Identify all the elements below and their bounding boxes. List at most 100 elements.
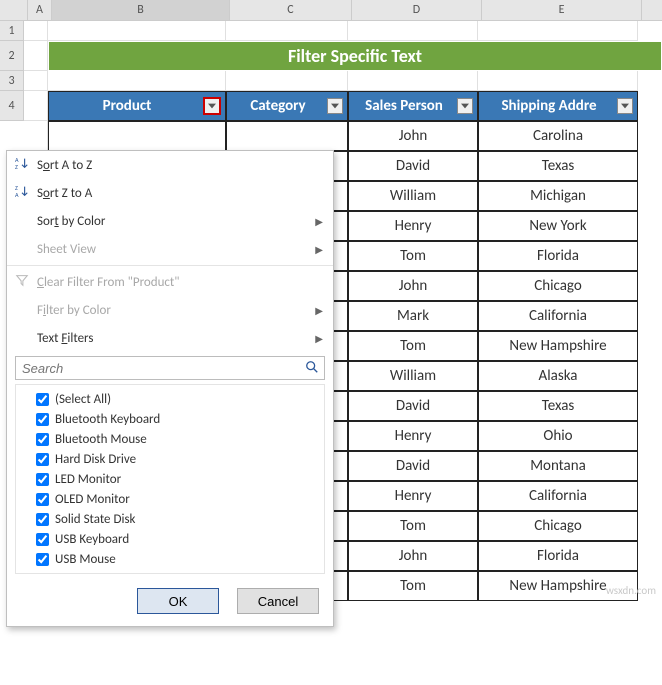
cell-category[interactable]	[226, 121, 348, 151]
filter-check-item[interactable]: Bluetooth Keyboard	[22, 409, 318, 429]
cell[interactable]	[48, 21, 226, 41]
cell[interactable]	[348, 71, 478, 91]
cell-sales[interactable]: Henry	[348, 421, 478, 451]
sort-az[interactable]: AZ Sort A to Z	[7, 151, 333, 179]
cell[interactable]	[478, 71, 638, 91]
col-header-a[interactable]: A	[28, 0, 52, 20]
cell-ship[interactable]: California	[478, 481, 638, 511]
cell-sales[interactable]: David	[348, 451, 478, 481]
filter-check-item[interactable]: (Select All)	[22, 389, 318, 409]
filter-check-item[interactable]: Solid State Disk	[22, 509, 318, 529]
cell-sales[interactable]: Henry	[348, 211, 478, 241]
cell-ship[interactable]: Florida	[478, 241, 638, 271]
cell[interactable]	[24, 121, 48, 151]
cell-sales[interactable]: Henry	[348, 481, 478, 511]
sort-za[interactable]: ZA Sort Z to A	[7, 179, 333, 207]
checkbox[interactable]	[36, 393, 49, 406]
checkbox[interactable]	[36, 553, 49, 566]
ok-button[interactable]: OK	[137, 588, 219, 614]
cell-ship[interactable]: Chicago	[478, 511, 638, 541]
checkbox[interactable]	[36, 413, 49, 426]
text-filters[interactable]: Text Filters ▶	[7, 324, 333, 352]
cell-sales[interactable]: John	[348, 271, 478, 301]
checkbox[interactable]	[36, 533, 49, 546]
cell[interactable]	[478, 21, 638, 41]
cell-sales[interactable]: David	[348, 391, 478, 421]
clear-filter-icon	[13, 273, 31, 291]
cell[interactable]	[24, 21, 48, 41]
cell-ship[interactable]: New York	[478, 211, 638, 241]
title-cell[interactable]: Filter Specific Text	[48, 41, 662, 71]
cell[interactable]	[348, 21, 478, 41]
sort-by-color[interactable]: Sort by Color ▶	[7, 207, 333, 235]
cell-ship[interactable]: California	[478, 301, 638, 331]
cell[interactable]	[24, 41, 48, 71]
filter-check-item[interactable]: Hard Disk Drive	[22, 449, 318, 469]
filter-check-item[interactable]: OLED Monitor	[22, 489, 318, 509]
search-icon	[305, 360, 319, 378]
text-filters-label: Text Filters	[37, 331, 93, 346]
cell-sales[interactable]: David	[348, 151, 478, 181]
cell-ship[interactable]: Carolina	[478, 121, 638, 151]
filter-button-ship[interactable]	[617, 98, 633, 114]
cell-ship[interactable]: New Hampshire	[478, 331, 638, 361]
column-header-row: A B C D E	[0, 0, 662, 21]
cell-sales[interactable]: Tom	[348, 571, 478, 601]
col-header-d[interactable]: D	[352, 0, 482, 20]
row-header-2[interactable]: 2	[0, 41, 24, 71]
cell-sales[interactable]: Mark	[348, 301, 478, 331]
cell-ship[interactable]: Chicago	[478, 271, 638, 301]
sheet-view-label: Sheet View	[37, 242, 96, 257]
cell-sales[interactable]: Tom	[348, 511, 478, 541]
cell-ship[interactable]: Florida	[478, 541, 638, 571]
cell-sales[interactable]: William	[348, 181, 478, 211]
checkbox[interactable]	[36, 493, 49, 506]
filter-button-product[interactable]	[203, 97, 221, 115]
header-product[interactable]: Product	[48, 91, 226, 121]
sort-az-icon: AZ	[13, 156, 31, 174]
col-header-b[interactable]: B	[52, 0, 230, 20]
filter-check-item[interactable]: USB Mouse	[22, 549, 318, 569]
cell[interactable]	[226, 71, 348, 91]
cell[interactable]	[48, 71, 226, 91]
cell-ship[interactable]: Texas	[478, 151, 638, 181]
row-header-1[interactable]: 1	[0, 21, 24, 41]
cell-ship[interactable]: Montana	[478, 451, 638, 481]
col-header-c[interactable]: C	[230, 0, 352, 20]
sort-za-label: Sort Z to A	[37, 186, 92, 201]
cell-ship[interactable]: Alaska	[478, 361, 638, 391]
checkbox[interactable]	[36, 433, 49, 446]
search-input[interactable]	[15, 356, 325, 380]
cancel-button[interactable]: Cancel	[237, 588, 319, 614]
checkbox[interactable]	[36, 473, 49, 486]
cell-sales[interactable]: John	[348, 541, 478, 571]
separator	[7, 265, 333, 266]
cell-ship[interactable]: Texas	[478, 391, 638, 421]
cell-sales[interactable]: William	[348, 361, 478, 391]
filter-button-category[interactable]	[327, 98, 343, 114]
cell-sales[interactable]: John	[348, 121, 478, 151]
cell-sales[interactable]: Tom	[348, 241, 478, 271]
cell[interactable]	[24, 71, 48, 91]
cell-sales[interactable]: Tom	[348, 331, 478, 361]
select-all-corner[interactable]	[0, 0, 28, 20]
cell-product[interactable]	[48, 121, 226, 151]
chevron-right-icon: ▶	[315, 215, 323, 228]
filter-item-label: USB Keyboard	[55, 532, 129, 547]
header-category[interactable]: Category	[226, 91, 348, 121]
col-header-e[interactable]: E	[482, 0, 642, 20]
filter-check-item[interactable]: Bluetooth Mouse	[22, 429, 318, 449]
header-ship[interactable]: Shipping Addre	[478, 91, 638, 121]
checkbox[interactable]	[36, 513, 49, 526]
filter-check-item[interactable]: LED Monitor	[22, 469, 318, 489]
row-header-4[interactable]: 4	[0, 91, 24, 121]
checkbox[interactable]	[36, 453, 49, 466]
cell-ship[interactable]: Michigan	[478, 181, 638, 211]
filter-check-item[interactable]: USB Keyboard	[22, 529, 318, 549]
filter-button-sales[interactable]	[457, 98, 473, 114]
cell[interactable]	[24, 91, 48, 121]
cell-ship[interactable]: Ohio	[478, 421, 638, 451]
cell[interactable]	[226, 21, 348, 41]
header-sales[interactable]: Sales Person	[348, 91, 478, 121]
row-header-3[interactable]: 3	[0, 71, 24, 91]
